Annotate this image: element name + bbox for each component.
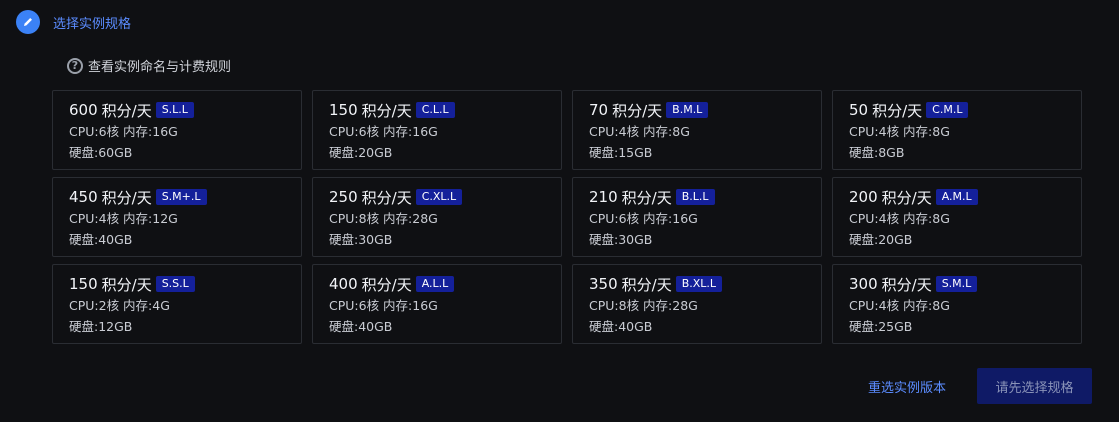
spec-code-badge: S.M.L [935,276,978,292]
card-header: 250 积分/天 C.XL.L [329,186,561,208]
price-unit: 积分/天 [101,275,152,294]
price-value: 150 [69,275,98,293]
pencil-icon [16,10,40,34]
question-icon: ? [67,57,83,74]
spec-card[interactable]: 250 积分/天 C.XL.L CPU:8核 内存:28G 硬盘:30GB [312,177,562,257]
spec-code-badge: C.XL.L [415,189,463,205]
price-unit: 积分/天 [101,188,152,207]
naming-rules-link[interactable]: ? 查看实例命名与计费规则 [67,56,231,75]
price-unit: 积分/天 [612,101,663,120]
spec-card[interactable]: 350 积分/天 B.XL.L CPU:8核 内存:28G 硬盘:40GB [572,264,822,344]
spec-code-badge: B.XL.L [675,276,723,292]
price-value: 210 [589,188,618,206]
disk-spec: 硬盘:60GB [69,145,133,160]
price-value: 50 [849,101,869,119]
spec-code-badge: S.S.L [155,276,195,292]
disk-spec: 硬盘:40GB [329,319,393,334]
card-header: 150 积分/天 S.S.L [69,273,301,295]
spec-card[interactable]: 200 积分/天 A.M.L CPU:4核 内存:8G 硬盘:20GB [832,177,1082,257]
spec-card[interactable]: 210 积分/天 B.L.L CPU:6核 内存:16G 硬盘:30GB [572,177,822,257]
card-header: 400 积分/天 A.L.L [329,273,561,295]
step-title: 选择实例规格 [53,16,132,32]
spec-card[interactable]: 150 积分/天 C.L.L CPU:6核 内存:16G 硬盘:20GB [312,90,562,170]
disk-spec: 硬盘:8GB [849,145,905,160]
spec-card[interactable]: 70 积分/天 B.M.L CPU:4核 内存:8G 硬盘:15GB [572,90,822,170]
cpu-memory-spec: CPU:4核 内存:8G [849,211,950,226]
price-unit: 积分/天 [361,101,412,120]
disk-spec: 硬盘:40GB [69,232,133,247]
card-header: 300 积分/天 S.M.L [849,273,1081,295]
price-unit: 积分/天 [872,101,923,120]
spec-card[interactable]: 150 积分/天 S.S.L CPU:2核 内存:4G 硬盘:12GB [52,264,302,344]
disk-spec: 硬盘:25GB [849,319,913,334]
price-unit: 积分/天 [881,275,932,294]
card-header: 70 积分/天 B.M.L [589,99,821,121]
spec-code-badge: A.M.L [935,189,978,205]
price-value: 350 [589,275,618,293]
card-header: 200 积分/天 A.M.L [849,186,1081,208]
price-value: 600 [69,101,98,119]
disk-spec: 硬盘:20GB [329,145,393,160]
naming-rules-text: 查看实例命名与计费规则 [88,60,232,75]
spec-grid: 600 积分/天 S.L.L CPU:6核 内存:16G 硬盘:60GB 150 积分/天 C… [52,90,1082,344]
reselect-version-link[interactable]: 重选实例版本 [868,377,946,396]
disk-spec: 硬盘:15GB [589,145,653,160]
cpu-memory-spec: CPU:4核 内存:8G [589,124,690,139]
spec-card[interactable]: 300 积分/天 S.M.L CPU:4核 内存:8G 硬盘:25GB [832,264,1082,344]
spec-code-badge: A.L.L [415,276,455,292]
spec-code-badge: C.L.L [415,102,455,118]
disk-spec: 硬盘:30GB [329,232,393,247]
price-value: 70 [589,101,609,119]
price-value: 400 [329,275,358,293]
card-header: 600 积分/天 S.L.L [69,99,301,121]
cpu-memory-spec: CPU:6核 内存:16G [329,298,438,313]
cpu-memory-spec: CPU:6核 内存:16G [589,211,698,226]
disk-spec: 硬盘:20GB [849,232,913,247]
cpu-memory-spec: CPU:6核 内存:16G [329,124,438,139]
price-value: 300 [849,275,878,293]
price-unit: 积分/天 [101,101,152,120]
spec-card[interactable]: 50 积分/天 C.M.L CPU:4核 内存:8G 硬盘:8GB [832,90,1082,170]
spec-code-badge: S.L.L [155,102,194,118]
card-header: 350 积分/天 B.XL.L [589,273,821,295]
card-header: 210 积分/天 B.L.L [589,186,821,208]
step-header: 选择实例规格 [16,10,131,34]
price-unit: 积分/天 [621,188,672,207]
submit-button[interactable]: 请先选择规格 [977,368,1092,404]
card-header: 150 积分/天 C.L.L [329,99,561,121]
spec-code-badge: B.M.L [666,102,709,118]
spec-card[interactable]: 450 积分/天 S.M+.L CPU:4核 内存:12G 硬盘:40GB [52,177,302,257]
cpu-memory-spec: CPU:4核 内存:12G [69,211,178,226]
disk-spec: 硬盘:12GB [69,319,133,334]
card-header: 50 积分/天 C.M.L [849,99,1081,121]
disk-spec: 硬盘:40GB [589,319,653,334]
cpu-memory-spec: CPU:2核 内存:4G [69,298,170,313]
spec-card[interactable]: 600 积分/天 S.L.L CPU:6核 内存:16G 硬盘:60GB [52,90,302,170]
spec-code-badge: B.L.L [675,189,715,205]
price-unit: 积分/天 [881,188,932,207]
spec-code-badge: S.M+.L [155,189,207,205]
price-unit: 积分/天 [361,275,412,294]
cpu-memory-spec: CPU:4核 内存:8G [849,298,950,313]
price-value: 250 [329,188,358,206]
card-header: 450 积分/天 S.M+.L [69,186,301,208]
spec-card[interactable]: 400 积分/天 A.L.L CPU:6核 内存:16G 硬盘:40GB [312,264,562,344]
disk-spec: 硬盘:30GB [589,232,653,247]
price-value: 450 [69,188,98,206]
cpu-memory-spec: CPU:8核 内存:28G [329,211,438,226]
cpu-memory-spec: CPU:6核 内存:16G [69,124,178,139]
price-unit: 积分/天 [621,275,672,294]
cpu-memory-spec: CPU:8核 内存:28G [589,298,698,313]
price-value: 150 [329,101,358,119]
cpu-memory-spec: CPU:4核 内存:8G [849,124,950,139]
price-value: 200 [849,188,878,206]
price-unit: 积分/天 [361,188,412,207]
spec-code-badge: C.M.L [926,102,969,118]
